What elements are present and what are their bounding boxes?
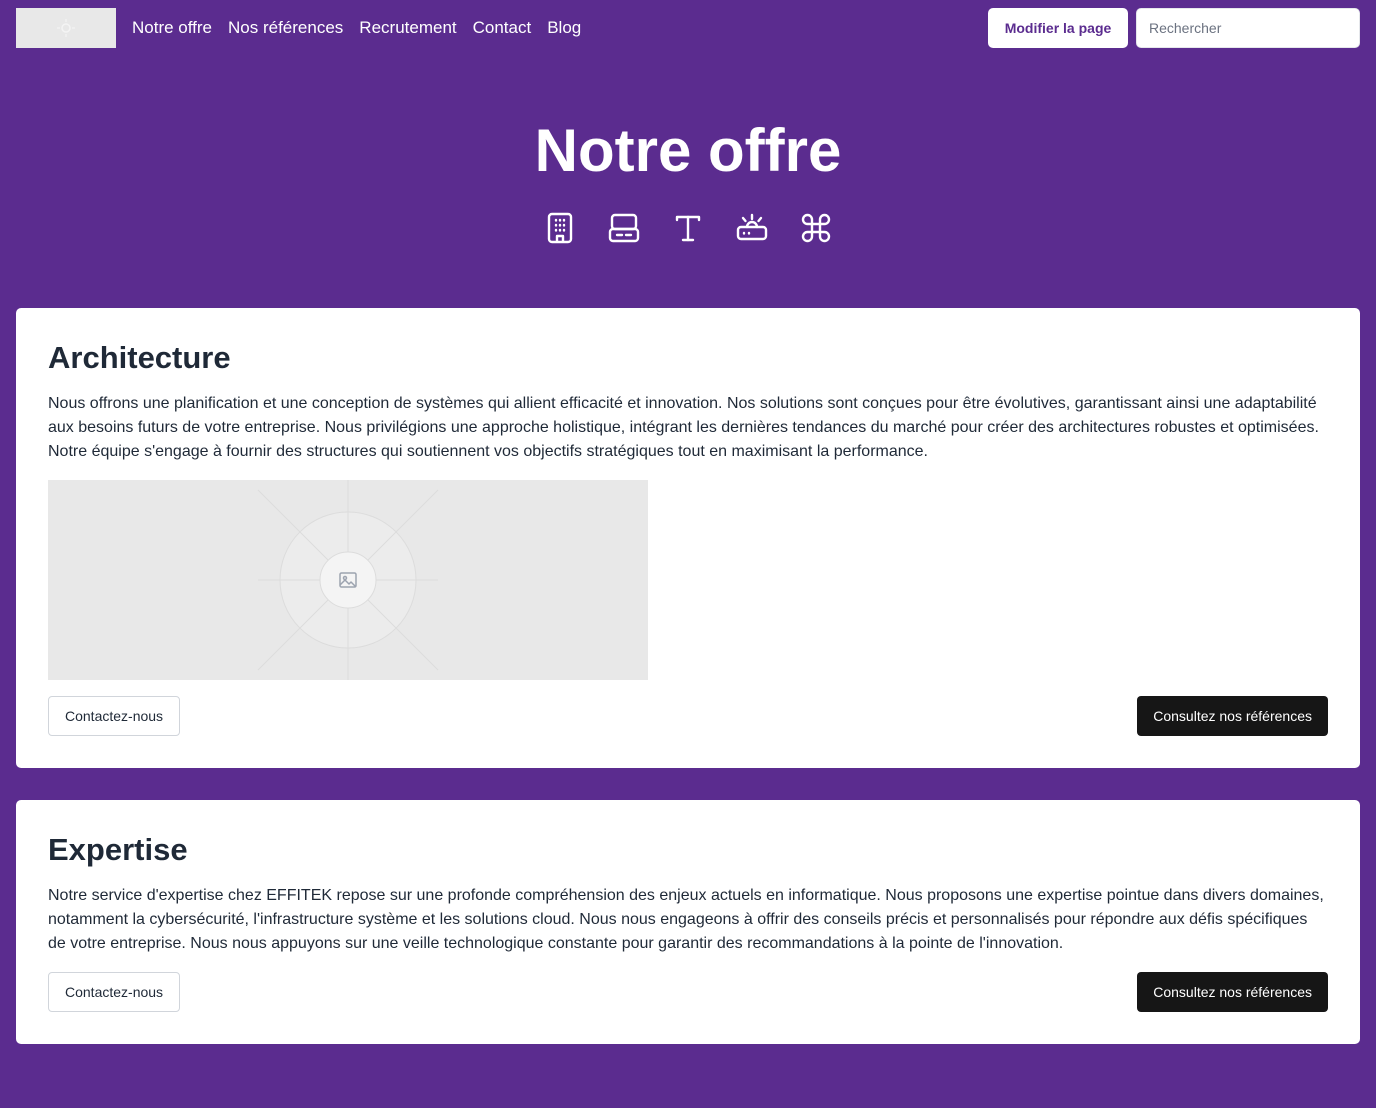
references-button[interactable]: Consultez nos références — [1137, 696, 1328, 736]
image-placeholder — [48, 480, 648, 680]
building-icon[interactable] — [542, 210, 578, 246]
nav-link-contact[interactable]: Contact — [473, 16, 532, 40]
section-description: Nous offrons une planification et une co… — [48, 395, 1319, 460]
server-icon[interactable] — [606, 210, 642, 246]
page-title: Notre offre — [534, 117, 842, 184]
section-description: Notre service d'expertise chez EFFITEK r… — [48, 887, 1324, 952]
references-button[interactable]: Consultez nos références — [1137, 972, 1328, 1012]
nav-link-recrutement[interactable]: Recrutement — [359, 16, 456, 40]
contact-button[interactable]: Contactez-nous — [48, 972, 181, 1012]
nav-link-nos-references[interactable]: Nos références — [228, 16, 343, 40]
logo-placeholder-icon — [57, 19, 75, 37]
section-expertise: Expertise Notre service d'expertise chez… — [16, 800, 1360, 1044]
logo[interactable] — [16, 8, 116, 48]
navbar: Notre offre Nos références Recrutement C… — [0, 0, 1376, 56]
section-title: Expertise — [48, 832, 188, 867]
search-input[interactable] — [1136, 8, 1360, 48]
image-icon — [339, 572, 357, 588]
edit-page-button[interactable]: Modifier la page — [988, 8, 1128, 48]
hero-icon-row — [0, 210, 1376, 246]
text-icon[interactable] — [670, 210, 706, 246]
main-nav: Notre offre Nos références Recrutement C… — [132, 16, 581, 40]
nav-link-notre-offre[interactable]: Notre offre — [132, 16, 212, 40]
section-title: Architecture — [48, 340, 231, 375]
command-icon[interactable] — [798, 210, 834, 246]
section-architecture: Architecture Nous offrons une planificat… — [16, 308, 1360, 768]
nav-link-blog[interactable]: Blog — [547, 16, 581, 40]
contact-button[interactable]: Contactez-nous — [48, 696, 181, 736]
router-icon[interactable] — [734, 210, 770, 246]
